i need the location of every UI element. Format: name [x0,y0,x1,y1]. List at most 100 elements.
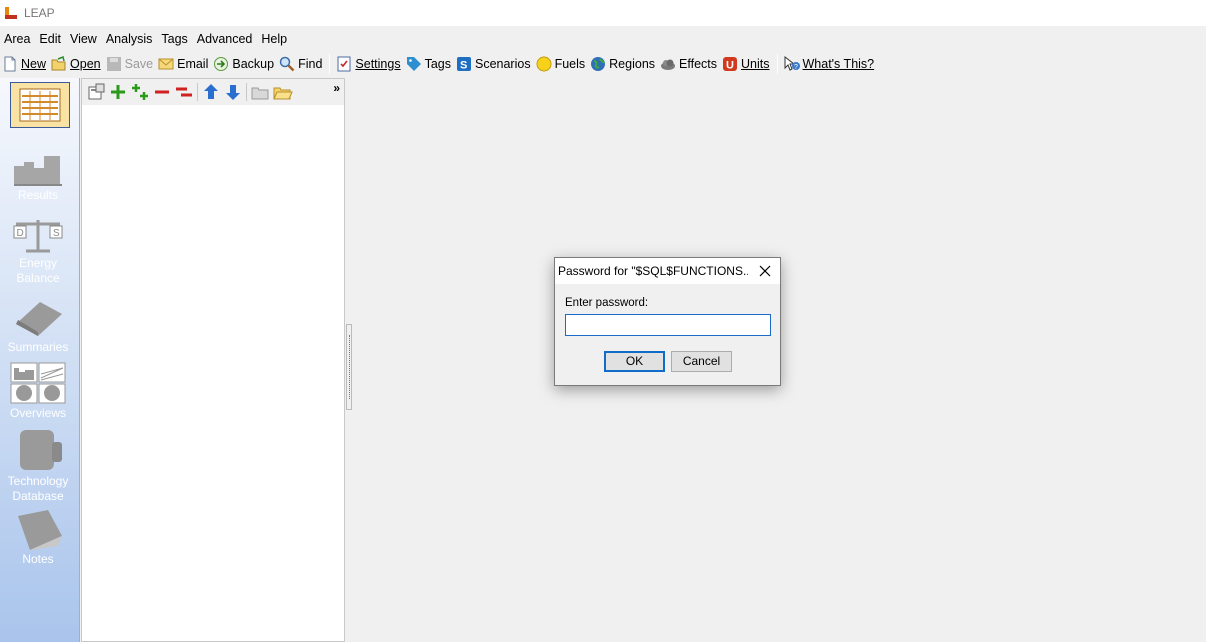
expand-folder-button[interactable] [271,81,293,103]
summaries-icon [12,300,64,338]
tree-panel: » [81,78,345,642]
view-label: Summaries [7,340,69,354]
menu-bar: Area Edit View Analysis Tags Advanced He… [0,28,292,50]
results-chart-icon [12,152,64,186]
svg-text:?: ? [794,64,798,71]
cancel-button[interactable]: Cancel [671,351,732,372]
fuels-button[interactable]: Fuels [534,53,589,75]
svg-text:S: S [53,228,60,239]
add-branch-button[interactable] [107,81,129,103]
find-button[interactable]: Find [277,53,325,75]
units-button[interactable]: U Units [720,53,772,75]
title-bar: LEAP [0,0,1206,26]
folder-closed-icon [251,87,269,100]
view-label: Overviews [9,406,66,420]
scenarios-button[interactable]: S Scenarios [454,53,534,75]
backup-icon [213,56,229,72]
tag-icon [406,56,422,72]
effects-button[interactable]: Effects [658,53,720,75]
toolbar-separator [197,83,198,101]
multi-minus-icon [176,87,192,97]
menu-tags[interactable]: Tags [157,28,192,50]
dialog-title-bar: Password for "$SQL$FUNCTIONS.... [555,258,780,284]
collapse-folder-button[interactable] [249,81,271,103]
backup-button[interactable]: Backup [211,53,277,75]
email-button[interactable]: Email [156,53,211,75]
move-down-button[interactable] [222,81,244,103]
open-button[interactable]: Open [49,53,104,75]
fuels-icon [536,56,552,72]
tags-button[interactable]: Tags [404,53,454,75]
view-overviews[interactable]: Overviews [0,362,76,421]
svg-text:D: D [17,228,24,239]
email-envelope-icon [158,56,174,72]
toolbar-overflow-chevron[interactable]: » [333,81,340,95]
effects-cloud-icon [660,56,676,72]
ok-button[interactable]: OK [604,351,665,372]
dialog-title: Password for "$SQL$FUNCTIONS.... [558,264,748,278]
password-dialog: Password for "$SQL$FUNCTIONS.... Enter p… [554,257,781,386]
password-input[interactable] [565,314,771,336]
open-folder-icon [51,55,67,72]
new-document-icon [2,56,18,72]
save-disk-icon [106,56,122,72]
view-label: Notes [22,552,54,566]
whats-this-button[interactable]: ? What's This? [782,53,878,75]
menu-advanced[interactable]: Advanced [193,28,258,50]
menu-analysis[interactable]: Analysis [102,28,158,50]
svg-text:U: U [726,60,734,72]
properties-button[interactable] [85,81,107,103]
folder-open-icon [273,87,293,100]
add-multiple-button[interactable] [129,81,151,103]
view-technology-database[interactable]: Technology Database [0,428,76,504]
magnifier-icon [279,56,295,72]
regions-button[interactable]: Regions [588,53,658,75]
view-analysis[interactable] [0,82,76,130]
settings-checklist-icon [336,56,352,72]
settings-button[interactable]: Settings [334,53,403,75]
toolbar-separator [246,83,247,101]
arrow-up-icon [204,84,218,99]
tree-toolbar: » [82,79,344,105]
svg-text:S: S [460,60,467,72]
view-label: Energy Balance [16,256,60,285]
password-prompt-label: Enter password: [565,297,649,309]
arrow-down-icon [226,85,240,100]
overviews-icon [10,362,66,404]
save-button[interactable]: Save [104,53,157,75]
main-toolbar: New Open Save Email Backup Find Settings… [0,52,1206,76]
scenarios-icon: S [456,56,472,72]
new-button[interactable]: New [0,53,49,75]
units-icon: U [722,56,738,72]
toolbar-separator [329,54,331,74]
menu-help[interactable]: Help [257,28,292,50]
balance-scale-icon: DS [12,218,64,254]
database-icon [12,428,64,472]
multi-plus-icon [132,84,148,100]
view-bar: Results DS Energy Balance Summaries Over… [0,78,80,642]
menu-area[interactable]: Area [0,28,35,50]
delete-branch-button[interactable] [151,81,173,103]
toolbar-separator [776,54,778,74]
help-arrow-icon: ? [784,55,800,72]
view-label: Technology Database [7,474,69,503]
properties-icon [88,83,105,100]
view-notes[interactable]: Notes [0,508,76,567]
panel-splitter[interactable] [346,324,352,410]
menu-view[interactable]: View [66,28,102,50]
menu-edit[interactable]: Edit [35,28,66,50]
move-up-button[interactable] [200,81,222,103]
view-summaries[interactable]: Summaries [0,300,76,355]
close-icon[interactable] [756,262,774,280]
view-label: Results [17,188,58,202]
minus-icon [155,90,169,94]
view-results[interactable]: Results [0,152,76,203]
view-energy-balance[interactable]: DS Energy Balance [0,218,76,286]
notes-icon [12,508,64,550]
app-title: LEAP [24,6,55,20]
leap-logo-icon [4,6,18,20]
globe-icon [590,56,606,72]
analysis-view-icon [10,82,70,128]
plus-icon [111,85,125,99]
delete-multiple-button[interactable] [173,81,195,103]
